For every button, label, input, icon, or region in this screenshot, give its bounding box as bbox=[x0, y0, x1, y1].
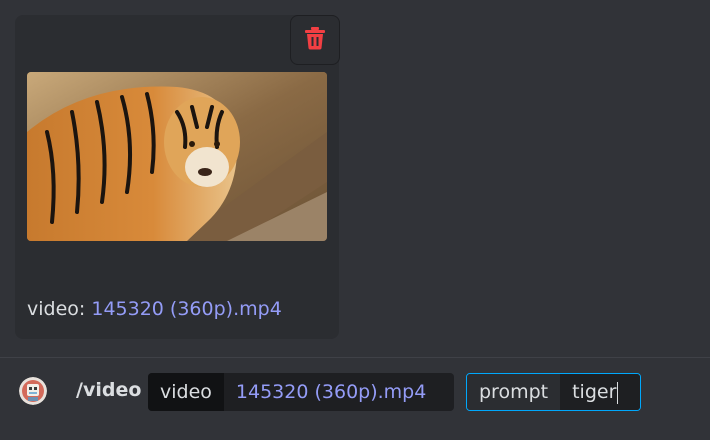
text-caret bbox=[617, 381, 619, 404]
bot-avatar-icon bbox=[19, 377, 47, 405]
video-option-key: video bbox=[148, 373, 224, 411]
slash-command-name: /video bbox=[76, 379, 142, 401]
video-thumbnail[interactable] bbox=[27, 72, 327, 241]
delete-attachment-button[interactable] bbox=[290, 15, 340, 65]
video-option-pill[interactable]: video 145320 (360p).mp4 bbox=[148, 373, 454, 411]
attachment-label: video: bbox=[27, 298, 86, 320]
tiger-image bbox=[27, 72, 327, 241]
attachment-file-value: 145320 (360p).mp4 bbox=[91, 298, 282, 320]
prompt-option-pill[interactable]: prompt tiger bbox=[466, 373, 641, 411]
trash-icon bbox=[304, 26, 326, 54]
attachment-filename: video: 145320 (360p).mp4 bbox=[27, 298, 282, 320]
prompt-input[interactable]: tiger bbox=[560, 374, 640, 410]
prompt-input-value: tiger bbox=[572, 381, 617, 403]
video-option-value: 145320 (360p).mp4 bbox=[235, 381, 427, 403]
prompt-option-key: prompt bbox=[467, 374, 561, 410]
